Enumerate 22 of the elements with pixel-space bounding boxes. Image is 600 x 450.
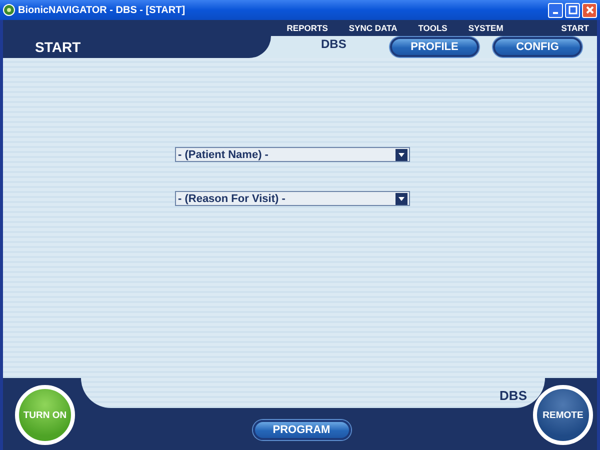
maximize-icon [568, 5, 578, 15]
close-button[interactable] [582, 2, 597, 18]
app-icon [3, 4, 15, 16]
minimize-icon [553, 12, 558, 14]
menu-item[interactable]: SYSTEM [468, 23, 504, 33]
header-button[interactable]: CONFIG [493, 37, 582, 57]
menu-item[interactable]: START [561, 23, 589, 33]
mode-label: DBS [321, 37, 346, 51]
section-title: START [35, 39, 81, 55]
mode-label: DBS [500, 388, 527, 403]
close-icon [584, 5, 594, 15]
header-button[interactable]: PROFILE [390, 37, 479, 57]
maximize-button[interactable] [565, 2, 580, 18]
dropdown[interactable]: - (Patient Name) - [175, 147, 410, 162]
menu-item[interactable]: TOOLS [418, 23, 448, 33]
menu-item[interactable]: SYNC DATA [348, 23, 398, 33]
remote-button[interactable]: REMOTE [533, 385, 593, 445]
minimize-button[interactable] [548, 2, 563, 18]
window-title: BionicNAVIGATOR - DBS - [START] [18, 4, 186, 16]
menu-item[interactable]: REPORTS [286, 23, 328, 33]
dropdown[interactable]: - (Reason For Visit) - [175, 191, 410, 206]
program-button[interactable]: PROGRAM [252, 420, 350, 440]
